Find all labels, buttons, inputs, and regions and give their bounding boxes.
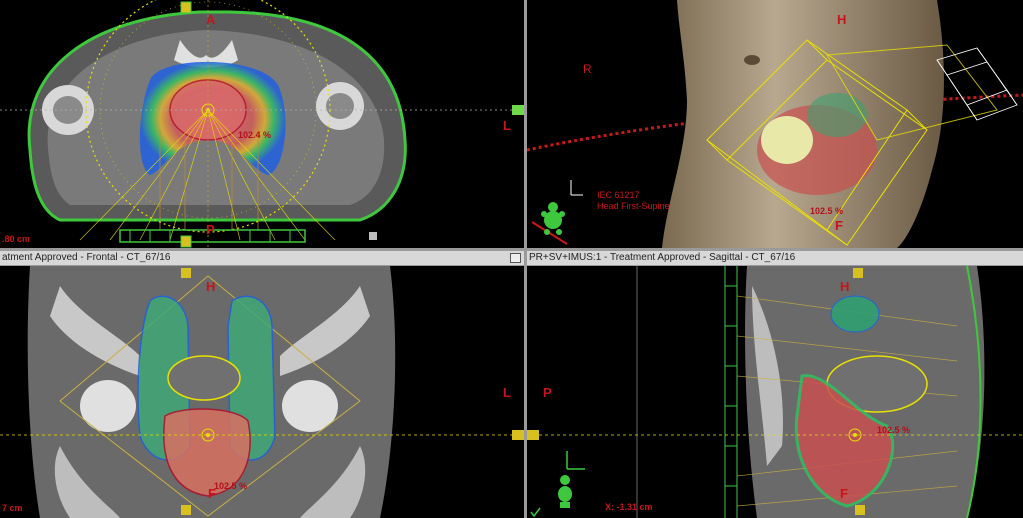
checkmark-icon bbox=[530, 507, 541, 518]
sagittal-view-header: PR+SV+IMUS:1 - Treatment Approved - Sagi… bbox=[527, 251, 1023, 266]
model3d-viewport[interactable]: H R F 102.5 % IEC 61217 Head First-Supin… bbox=[527, 0, 1023, 248]
axial-ct-image bbox=[0, 0, 524, 248]
axis-triad-icon bbox=[566, 451, 585, 470]
axial-viewport[interactable]: A P L 102.4 % .80 cm bbox=[0, 0, 524, 248]
orientation-label-anterior: A bbox=[206, 12, 216, 27]
sagittal-viewport[interactable]: PR+SV+IMUS:1 - Treatment Approved - Sagi… bbox=[527, 251, 1023, 518]
max-dose-label: 102.4 % bbox=[238, 130, 272, 140]
iec-orientation-info: IEC 61217 Head First-Supine bbox=[597, 190, 670, 211]
orientation-label-posterior: P bbox=[206, 222, 215, 237]
max-dose-label: 102.5 % bbox=[877, 425, 911, 435]
orientation-label-posterior: P bbox=[543, 385, 552, 400]
orientation-label-left: L bbox=[503, 118, 511, 133]
scale-measure: .80 cm bbox=[2, 234, 31, 244]
frontal-view-header: atment Approved - Frontal - CT_67/16 bbox=[0, 251, 524, 266]
sagittal-ct-image bbox=[527, 266, 1023, 518]
orientation-label-left: L bbox=[503, 385, 511, 400]
orientation-label-feet: F bbox=[840, 486, 848, 501]
max-dose-label: 102.5 % bbox=[810, 206, 844, 216]
restore-window-icon[interactable] bbox=[510, 253, 521, 263]
orientation-label-head: H bbox=[206, 279, 216, 294]
cursor-coordinate: X: -1.31 cm bbox=[605, 502, 653, 512]
green-figure-icon bbox=[531, 202, 568, 245]
orientation-label-head: H bbox=[840, 279, 850, 294]
green-figure-icon bbox=[558, 475, 572, 508]
max-dose-label: 102.5 % bbox=[214, 481, 248, 491]
axis-triad-icon bbox=[570, 180, 583, 196]
orientation-label-feet: F bbox=[835, 218, 843, 233]
orientation-label-head: H bbox=[837, 12, 847, 27]
scale-measure: 7 cm bbox=[2, 503, 23, 513]
frontal-ct-image bbox=[0, 266, 524, 518]
frontal-viewport[interactable]: atment Approved - Frontal - CT_67/16 H F… bbox=[0, 251, 524, 518]
orientation-label-right: R bbox=[583, 62, 592, 76]
